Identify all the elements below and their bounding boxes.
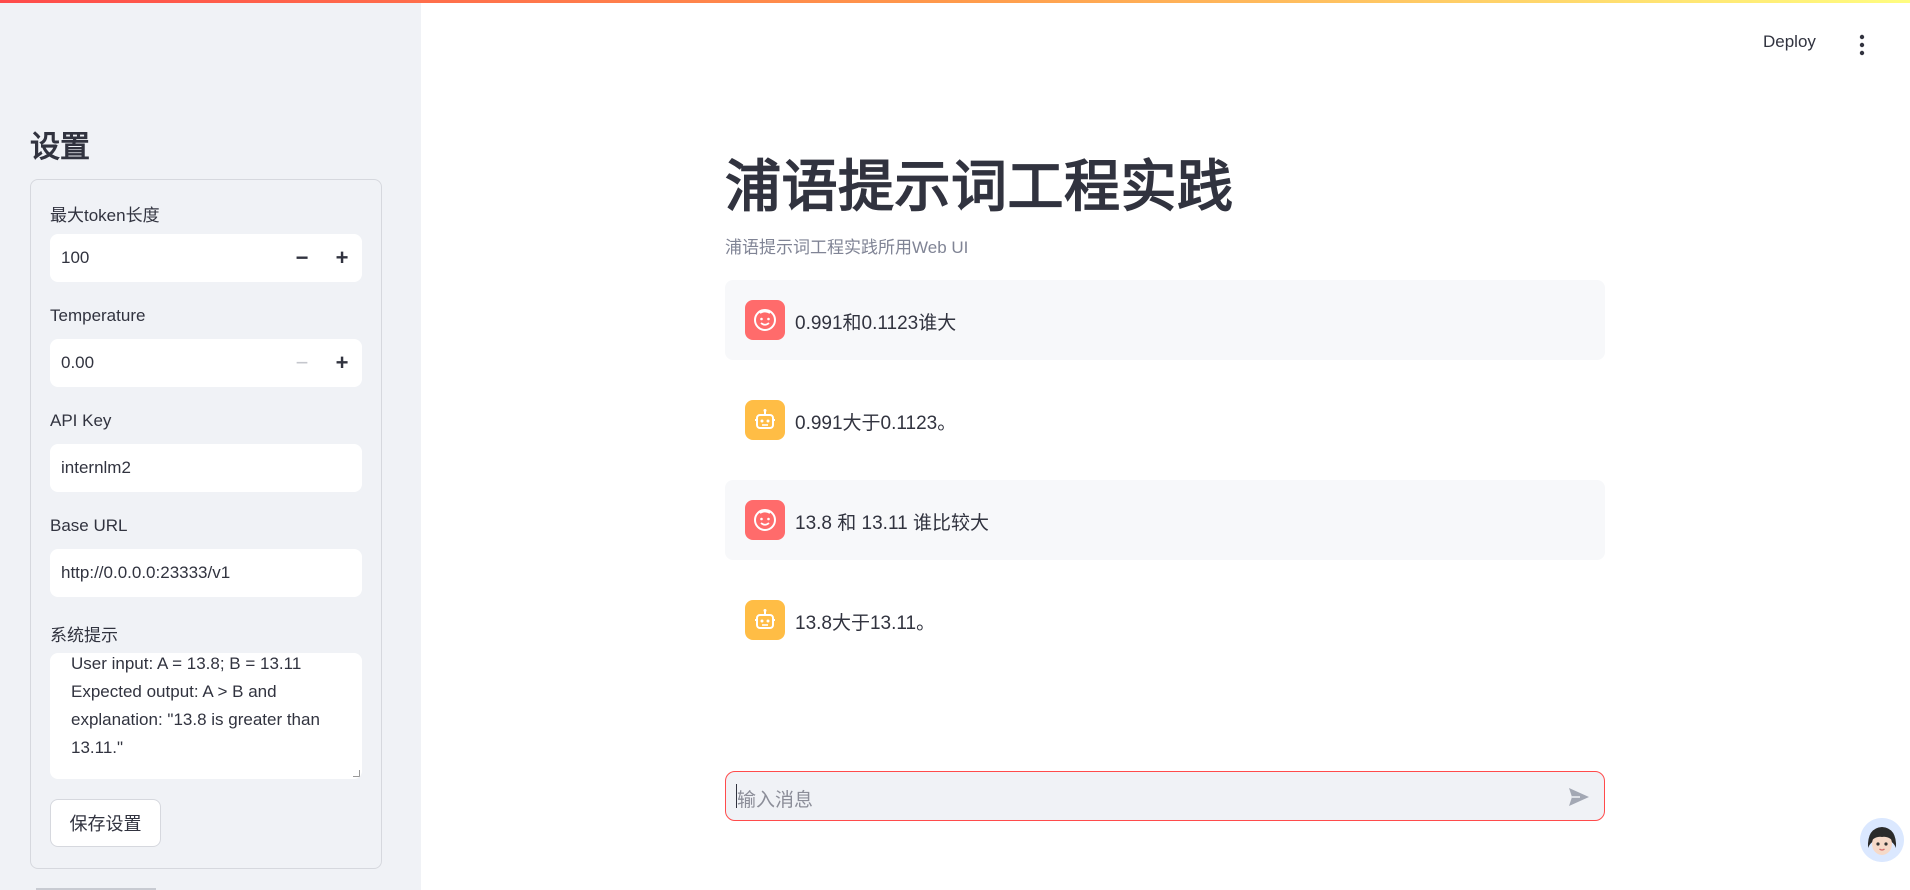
temperature-decrement-button[interactable]: − [282, 339, 322, 387]
max-tokens-input[interactable]: 100 − + [50, 234, 362, 282]
max-tokens-label: 最大token长度 [50, 206, 160, 225]
base-url-input[interactable]: http://0.0.0.0:23333/v1 [50, 549, 362, 597]
max-tokens-value[interactable]: 100 [61, 248, 89, 268]
message-text: 13.8 和 13.11 谁比较大 [795, 513, 989, 534]
system-prompt-textarea[interactable]: User input: A = 13.8; B = 13.11 Expected… [50, 653, 362, 779]
send-arrow-icon[interactable] [1566, 784, 1592, 810]
chat-message-user: 0.991和0.1123谁大 [725, 280, 1605, 360]
base-url-value[interactable]: http://0.0.0.0:23333/v1 [61, 563, 230, 583]
temperature-value[interactable]: 0.00 [61, 353, 94, 373]
deploy-button[interactable]: Deploy [1763, 32, 1816, 52]
temperature-label: Temperature [50, 306, 146, 325]
sidebar-title: 设置 [30, 131, 90, 164]
page-caption: 浦语提示词工程实践所用Web UI [725, 238, 969, 257]
message-text: 13.8大于13.11。 [795, 613, 936, 634]
api-key-input[interactable]: internlm2 [50, 444, 362, 492]
chat-message-assistant: 0.991大于0.1123。 [725, 380, 1605, 460]
api-key-label: API Key [50, 411, 112, 430]
chat-message-user: 13.8 和 13.11 谁比较大 [725, 480, 1605, 560]
smiley-face-icon [745, 300, 785, 340]
message-text: 0.991和0.1123谁大 [795, 313, 957, 334]
max-tokens-increment-button[interactable]: + [322, 234, 362, 282]
base-url-label: Base URL [50, 516, 128, 535]
save-settings-button[interactable]: 保存设置 [50, 799, 161, 847]
api-key-value[interactable]: internlm2 [61, 458, 131, 478]
system-prompt-text[interactable]: User input: A = 13.8; B = 13.11 Expected… [71, 653, 341, 762]
robot-icon [745, 400, 785, 440]
chat-message-assistant: 13.8大于13.11。 [725, 580, 1605, 660]
cartoon-girl-icon [1860, 818, 1904, 862]
max-tokens-decrement-button[interactable]: − [282, 234, 322, 282]
chat-input-placeholder[interactable]: 输入消息 [737, 785, 813, 812]
temperature-input[interactable]: 0.00 − + [50, 339, 362, 387]
message-text: 0.991大于0.1123。 [795, 413, 957, 434]
settings-form: 最大token长度 100 − + Temperature 0.00 − + A… [30, 179, 382, 869]
system-prompt-label: 系统提示 [50, 626, 118, 645]
resize-handle-icon[interactable] [353, 770, 360, 777]
page-title: 浦语提示词工程实践 [725, 155, 1234, 218]
floating-assistant-avatar[interactable] [1860, 818, 1904, 862]
top-decoration-strip [0, 0, 1910, 3]
chat-input[interactable]: 输入消息 [725, 771, 1605, 821]
temperature-increment-button[interactable]: + [322, 339, 362, 387]
smiley-face-icon [745, 500, 785, 540]
sidebar: 设置 最大token长度 100 − + Temperature 0.00 − … [0, 0, 421, 890]
vertical-ellipsis-icon[interactable] [1850, 33, 1874, 57]
robot-icon [745, 600, 785, 640]
